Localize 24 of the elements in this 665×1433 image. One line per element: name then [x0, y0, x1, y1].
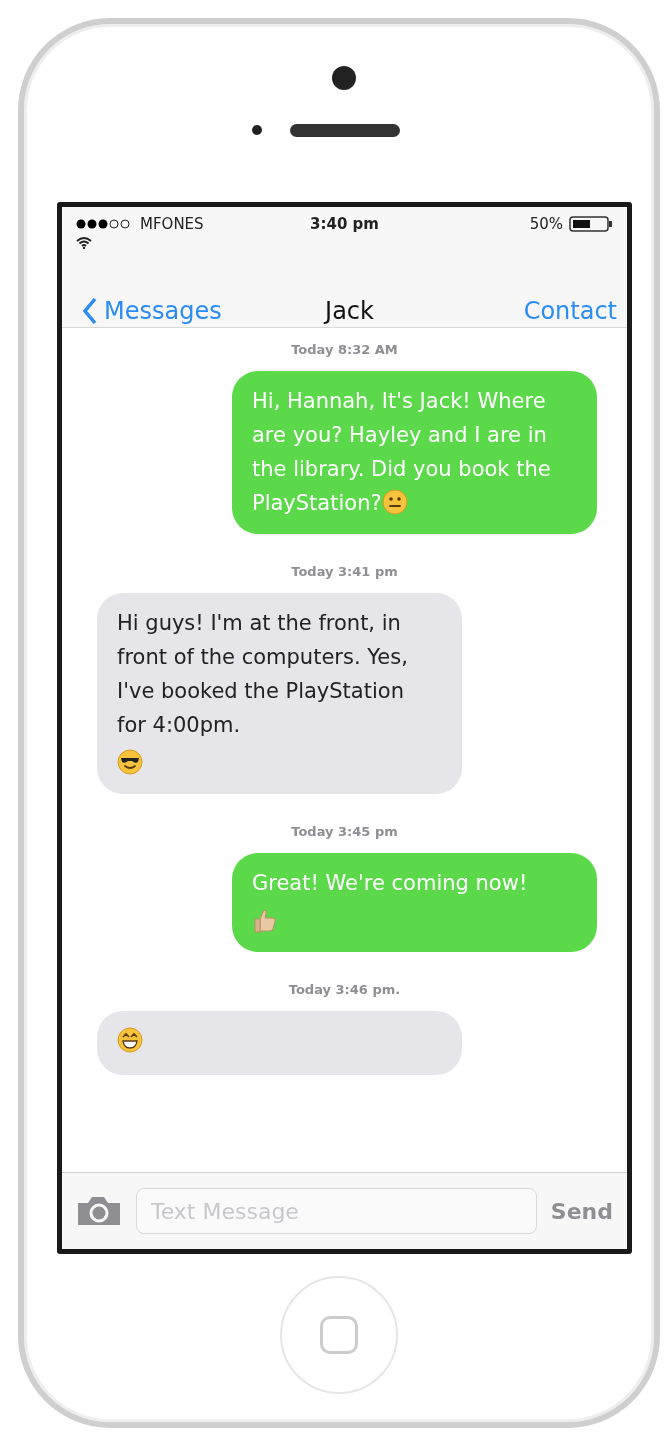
status-time: 3:40 pm — [310, 215, 379, 235]
message-bubble: Hi guys! I'm at the front, in front of the computers. Yes, I've booked the PlayStation for 4:00pm. — [97, 593, 462, 794]
grinning-face-icon — [117, 1027, 143, 1053]
send-button[interactable]: Send — [550, 1198, 613, 1224]
message-timestamp: Today 3:46 pm. — [288, 982, 401, 997]
wifi-icon — [76, 237, 92, 249]
camera-icon[interactable] — [76, 1195, 122, 1227]
contact-name: Jack — [325, 297, 374, 325]
battery-percent: 50% — [529, 215, 563, 233]
sunglasses-face-icon — [117, 749, 143, 775]
message-timestamp: Today 8:32 AM — [291, 342, 398, 357]
contact-link[interactable]: Contact — [523, 297, 617, 325]
message-bubble: Hi, Hannah, It's Jack! Where are you? Hayley and I are in the library. Did you book the PlayStation? — [232, 371, 597, 534]
back-button[interactable]: Messages — [82, 297, 222, 325]
message-bubble: Great! We're coming now! — [232, 853, 597, 952]
message-timestamp: Today 3:41 pm — [291, 564, 398, 579]
sensor-dot — [252, 125, 262, 135]
front-camera — [332, 66, 356, 90]
thumbs-up-icon — [252, 907, 278, 933]
smiling-face-icon — [381, 489, 408, 515]
message-timestamp: Today 3:45 pm — [291, 824, 398, 839]
carrier-name: MFONES — [140, 215, 204, 233]
battery-icon — [569, 215, 613, 233]
chevron-left-icon — [82, 297, 98, 325]
